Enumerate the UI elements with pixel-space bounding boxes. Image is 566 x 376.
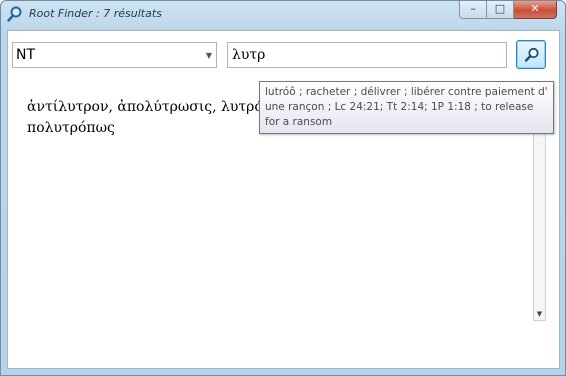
- close-button[interactable]: ✕: [514, 1, 557, 19]
- source-dropdown-value: NT: [16, 47, 36, 63]
- source-dropdown[interactable]: NT ▼: [12, 42, 217, 68]
- title-bar[interactable]: Root Finder : 7 résultats – □ ✕: [1, 1, 565, 29]
- window-title: Root Finder : 7 résultats: [29, 7, 162, 20]
- root-finder-window: Root Finder : 7 résultats – □ ✕ NT ▼ λυτ…: [0, 0, 566, 376]
- search-icon: [524, 47, 539, 62]
- definition-tooltip: lutróô ; racheter ; délivrer ; libérer c…: [259, 81, 554, 134]
- magnifier-app-icon: [7, 6, 23, 22]
- caption-buttons: – □ ✕: [459, 1, 557, 19]
- maximize-icon: □: [494, 2, 506, 15]
- minimize-button[interactable]: –: [459, 1, 487, 19]
- scroll-down-icon[interactable]: ▼: [534, 308, 545, 320]
- close-icon: ✕: [530, 2, 540, 15]
- maximize-button[interactable]: □: [487, 1, 514, 19]
- root-search-input[interactable]: [227, 42, 507, 68]
- minimize-icon: –: [470, 2, 476, 15]
- search-button[interactable]: [516, 40, 546, 69]
- chevron-down-icon[interactable]: ▼: [206, 51, 212, 60]
